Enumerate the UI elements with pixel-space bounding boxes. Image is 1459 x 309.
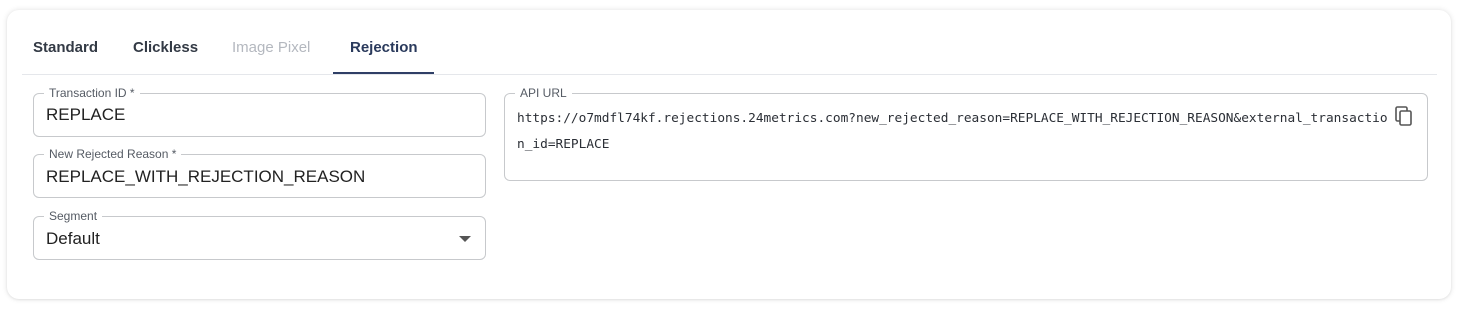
rejected-reason-label: New Rejected Reason * [44, 146, 182, 162]
transaction-id-input[interactable]: REPLACE [46, 105, 125, 125]
segment-select[interactable]: Segment Default [33, 208, 486, 260]
transaction-id-field[interactable]: Transaction ID * REPLACE [33, 85, 486, 137]
rejected-reason-field[interactable]: New Rejected Reason * REPLACE_WITH_REJEC… [33, 146, 486, 198]
segment-selected-value[interactable]: Default [46, 229, 100, 249]
copy-icon[interactable] [1394, 105, 1414, 127]
api-url-field: API URL https://o7mdfl74kf.rejections.24… [504, 85, 1428, 181]
chevron-down-icon[interactable] [459, 236, 471, 242]
tab-standard[interactable]: Standard [33, 39, 98, 56]
segment-label: Segment [44, 208, 103, 224]
api-url-label: API URL [515, 85, 572, 101]
tab-rejection[interactable]: Rejection [350, 39, 418, 56]
tab-bar: Standard Clickless Image Pixel Rejection [22, 10, 1437, 75]
rejected-reason-input[interactable]: REPLACE_WITH_REJECTION_REASON [46, 167, 365, 187]
rejection-panel: Standard Clickless Image Pixel Rejection… [7, 10, 1451, 299]
tab-clickless[interactable]: Clickless [133, 39, 198, 56]
transaction-id-label: Transaction ID * [44, 85, 140, 101]
api-url-value: https://o7mdfl74kf.rejections.24metrics.… [517, 111, 1388, 152]
active-tab-indicator [333, 72, 434, 74]
tab-image-pixel: Image Pixel [232, 39, 311, 56]
